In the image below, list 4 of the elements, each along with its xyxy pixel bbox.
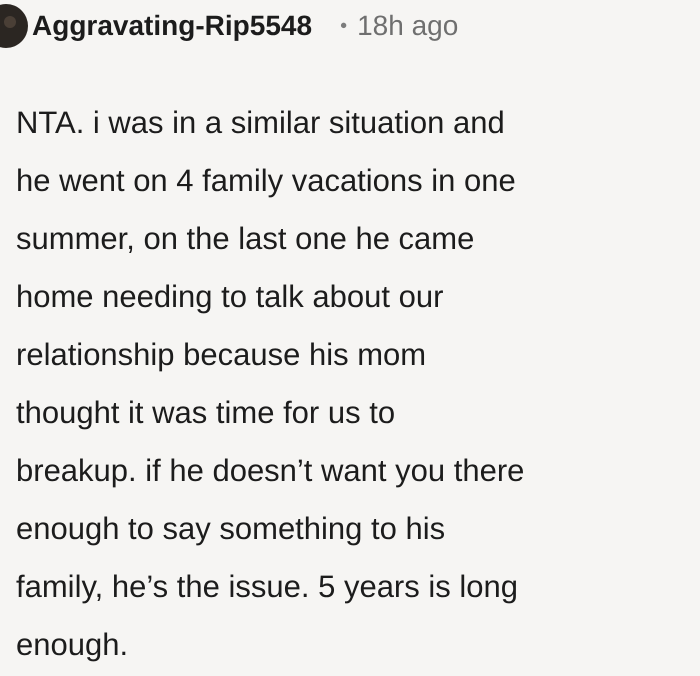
username[interactable]: Aggravating-Rip5548 [32, 10, 312, 42]
timestamp: 18h ago [357, 10, 458, 42]
separator-dot: • [340, 14, 348, 38]
comment-text: NTA. i was in a similar situation and he went on 4 family vacations in one summer, on the last one he came home needing to talk about our relationship because his mom thought it was time for us to breakup. if he doesn’t want you there enough to say something to his family, he’s the issue. 5 years is long enough. [16, 104, 526, 664]
